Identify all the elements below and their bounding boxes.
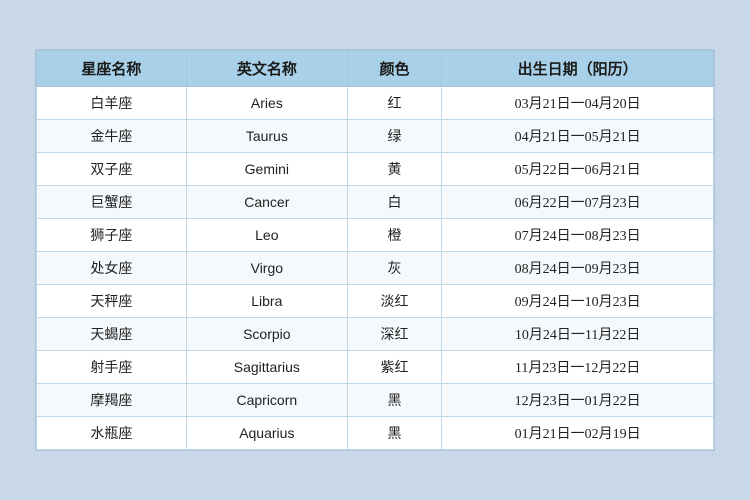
cell-english: Libra bbox=[186, 285, 347, 318]
table-row: 天蝎座Scorpio深红10月24日一11月22日 bbox=[37, 318, 714, 351]
cell-dates: 06月22日一07月23日 bbox=[442, 186, 714, 219]
cell-english: Sagittarius bbox=[186, 351, 347, 384]
cell-dates: 08月24日一09月23日 bbox=[442, 252, 714, 285]
cell-dates: 01月21日一02月19日 bbox=[442, 417, 714, 450]
cell-chinese: 狮子座 bbox=[37, 219, 187, 252]
table-row: 巨蟹座Cancer白06月22日一07月23日 bbox=[37, 186, 714, 219]
cell-english: Scorpio bbox=[186, 318, 347, 351]
cell-chinese: 天秤座 bbox=[37, 285, 187, 318]
cell-dates: 10月24日一11月22日 bbox=[442, 318, 714, 351]
cell-chinese: 处女座 bbox=[37, 252, 187, 285]
cell-color: 黑 bbox=[347, 384, 441, 417]
cell-chinese: 双子座 bbox=[37, 153, 187, 186]
table-row: 白羊座Aries红03月21日一04月20日 bbox=[37, 87, 714, 120]
cell-dates: 11月23日一12月22日 bbox=[442, 351, 714, 384]
table-row: 水瓶座Aquarius黑01月21日一02月19日 bbox=[37, 417, 714, 450]
table-row: 射手座Sagittarius紫红11月23日一12月22日 bbox=[37, 351, 714, 384]
cell-english: Gemini bbox=[186, 153, 347, 186]
table-body: 白羊座Aries红03月21日一04月20日金牛座Taurus绿04月21日一0… bbox=[37, 87, 714, 450]
table-row: 双子座Gemini黄05月22日一06月21日 bbox=[37, 153, 714, 186]
cell-dates: 05月22日一06月21日 bbox=[442, 153, 714, 186]
cell-color: 淡红 bbox=[347, 285, 441, 318]
cell-chinese: 天蝎座 bbox=[37, 318, 187, 351]
cell-dates: 09月24日一10月23日 bbox=[442, 285, 714, 318]
cell-color: 灰 bbox=[347, 252, 441, 285]
cell-chinese: 白羊座 bbox=[37, 87, 187, 120]
cell-chinese: 金牛座 bbox=[37, 120, 187, 153]
header-dates: 出生日期（阳历） bbox=[442, 51, 714, 87]
cell-english: Capricorn bbox=[186, 384, 347, 417]
cell-color: 黄 bbox=[347, 153, 441, 186]
cell-color: 绿 bbox=[347, 120, 441, 153]
cell-dates: 04月21日一05月21日 bbox=[442, 120, 714, 153]
cell-english: Virgo bbox=[186, 252, 347, 285]
table-header-row: 星座名称 英文名称 颜色 出生日期（阳历） bbox=[37, 51, 714, 87]
zodiac-table-container: 星座名称 英文名称 颜色 出生日期（阳历） 白羊座Aries红03月21日一04… bbox=[35, 49, 715, 451]
cell-chinese: 水瓶座 bbox=[37, 417, 187, 450]
cell-color: 黑 bbox=[347, 417, 441, 450]
table-row: 处女座Virgo灰08月24日一09月23日 bbox=[37, 252, 714, 285]
cell-dates: 07月24日一08月23日 bbox=[442, 219, 714, 252]
zodiac-table: 星座名称 英文名称 颜色 出生日期（阳历） 白羊座Aries红03月21日一04… bbox=[36, 50, 714, 450]
cell-color: 深红 bbox=[347, 318, 441, 351]
table-row: 摩羯座Capricorn黑12月23日一01月22日 bbox=[37, 384, 714, 417]
cell-chinese: 射手座 bbox=[37, 351, 187, 384]
cell-dates: 03月21日一04月20日 bbox=[442, 87, 714, 120]
cell-english: Aries bbox=[186, 87, 347, 120]
header-chinese: 星座名称 bbox=[37, 51, 187, 87]
cell-english: Leo bbox=[186, 219, 347, 252]
cell-color: 紫红 bbox=[347, 351, 441, 384]
cell-chinese: 摩羯座 bbox=[37, 384, 187, 417]
cell-chinese: 巨蟹座 bbox=[37, 186, 187, 219]
header-color: 颜色 bbox=[347, 51, 441, 87]
table-row: 金牛座Taurus绿04月21日一05月21日 bbox=[37, 120, 714, 153]
table-row: 天秤座Libra淡红09月24日一10月23日 bbox=[37, 285, 714, 318]
cell-color: 红 bbox=[347, 87, 441, 120]
cell-english: Taurus bbox=[186, 120, 347, 153]
cell-dates: 12月23日一01月22日 bbox=[442, 384, 714, 417]
cell-english: Cancer bbox=[186, 186, 347, 219]
header-english: 英文名称 bbox=[186, 51, 347, 87]
cell-color: 白 bbox=[347, 186, 441, 219]
cell-english: Aquarius bbox=[186, 417, 347, 450]
cell-color: 橙 bbox=[347, 219, 441, 252]
table-row: 狮子座Leo橙07月24日一08月23日 bbox=[37, 219, 714, 252]
